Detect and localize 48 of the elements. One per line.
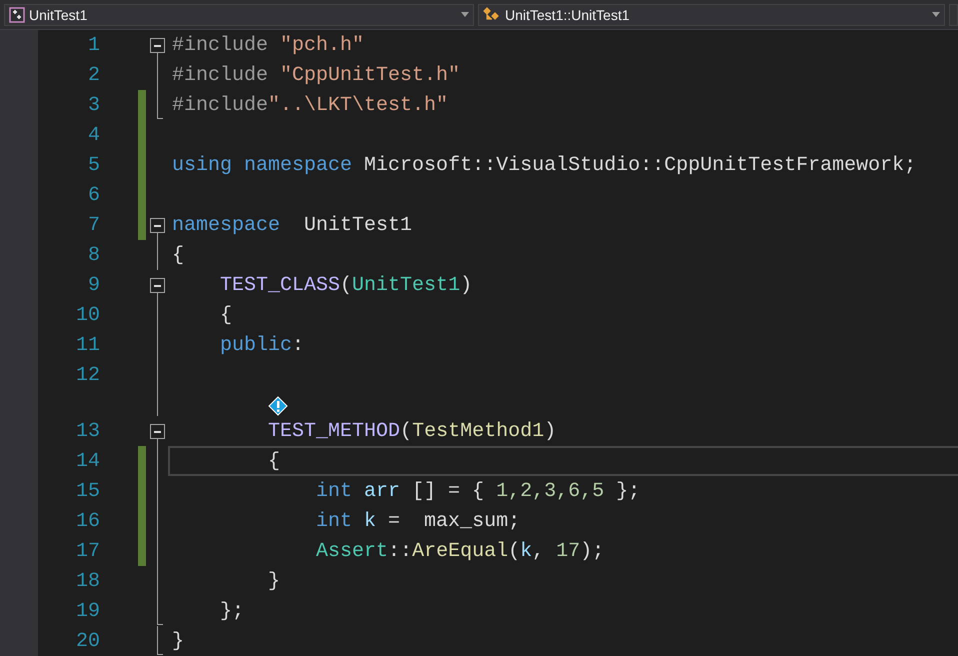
line-number: 9 — [86, 274, 100, 296]
line-number: 17 — [74, 540, 100, 562]
collapse-icon[interactable] — [150, 278, 165, 293]
code-line: #include "pch.h" — [171, 32, 366, 58]
code-line: Assert::AreEqual(k, 17); — [315, 538, 606, 564]
line-number: 14 — [74, 450, 100, 472]
class-icon — [483, 6, 501, 22]
line-number: 4 — [86, 124, 100, 146]
code-line: int arr [] = { 1,2,3,6,5 }; — [315, 478, 642, 504]
code-line: } — [171, 628, 186, 654]
line-number: 1 — [86, 34, 100, 56]
code-line: } — [267, 568, 282, 594]
code-line: { — [171, 242, 186, 268]
code-line: }; — [219, 598, 246, 624]
line-number: 11 — [74, 334, 100, 356]
code-line: { — [219, 302, 234, 328]
code-line: int k = max_sum; — [315, 508, 522, 534]
project-icon — [9, 6, 25, 22]
project-dropdown[interactable]: UnitTest1 — [4, 4, 474, 26]
line-number: 8 — [86, 244, 100, 266]
line-number: 15 — [74, 480, 100, 502]
caret-icon — [461, 12, 469, 17]
code-line: { — [168, 446, 958, 476]
code-line: #include "CppUnitTest.h" — [171, 62, 462, 88]
line-number: 2 — [86, 64, 100, 86]
scope-dropdown[interactable]: UnitTest1::UnitTest1 — [478, 4, 945, 26]
line-number: 20 — [74, 630, 100, 652]
code-line: TEST_METHOD(TestMethod1) — [267, 418, 558, 444]
line-number: 13 — [74, 420, 100, 442]
collapse-icon[interactable] — [150, 218, 165, 233]
code-line: #include"..\LKT\test.h" — [171, 92, 450, 118]
line-number: 10 — [74, 304, 100, 326]
line-number: 19 — [74, 600, 100, 622]
code-line: TEST_CLASS(UnitTest1) — [219, 272, 474, 298]
line-number: 18 — [74, 570, 100, 592]
code-line: namespace UnitTest1 — [171, 212, 414, 238]
line-number: 3 — [86, 94, 100, 116]
line-number: 12 — [74, 364, 100, 386]
caret-icon — [932, 12, 940, 17]
code-line: public: — [219, 332, 306, 358]
collapse-icon[interactable] — [150, 424, 165, 439]
line-number: 16 — [74, 510, 100, 532]
line-number: 5 — [86, 154, 100, 176]
collapse-icon[interactable] — [150, 38, 165, 53]
info-icon[interactable] — [268, 396, 288, 416]
line-number: 6 — [86, 184, 100, 206]
code-line: using namespace Microsoft::VisualStudio::CppUnitTestFramework; — [171, 152, 918, 178]
line-number: 7 — [86, 214, 100, 236]
